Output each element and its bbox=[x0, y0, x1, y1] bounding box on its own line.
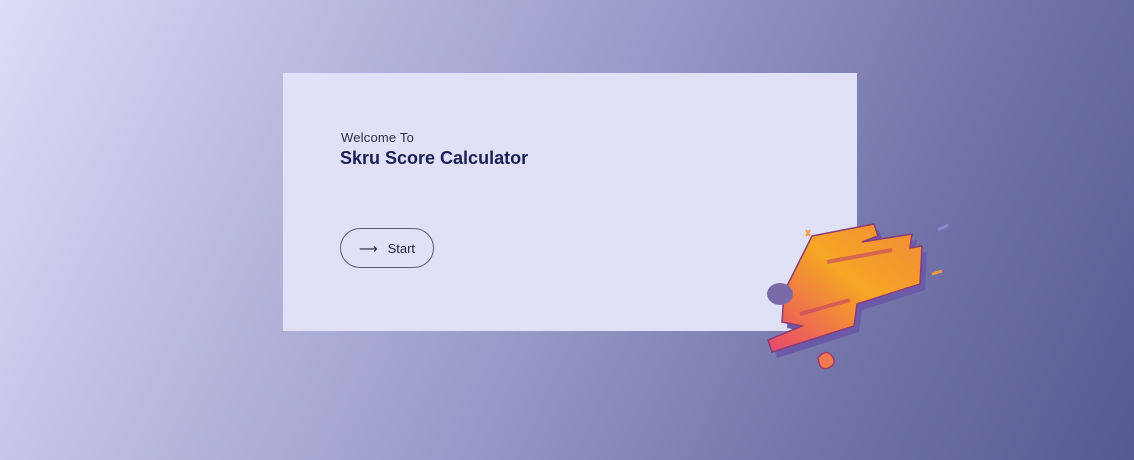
skru-logo bbox=[767, 223, 949, 370]
welcome-text: Welcome To bbox=[341, 130, 415, 145]
start-button[interactable]: ⟶ Start bbox=[340, 228, 434, 268]
arrow-right-icon: ⟶ bbox=[358, 240, 378, 256]
page-title: Skru Score Calculator bbox=[340, 148, 529, 168]
start-button-label: Start bbox=[387, 240, 416, 256]
